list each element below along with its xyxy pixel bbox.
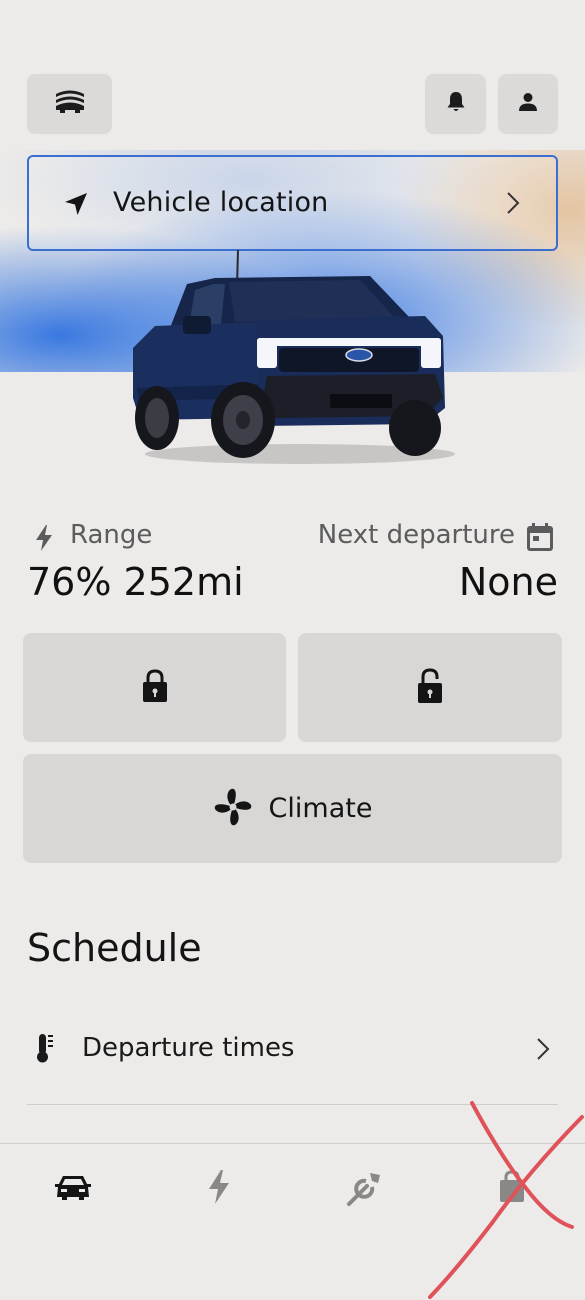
profile-button[interactable]: [498, 74, 558, 134]
fan-icon: [213, 787, 253, 831]
charging-icon: [205, 1169, 233, 1209]
notifications-button[interactable]: [425, 74, 486, 134]
chevron-right-icon: [536, 1037, 550, 1065]
range-value: 76% 252mi: [27, 560, 244, 604]
unlock-button[interactable]: [298, 633, 562, 742]
thermometer-icon: [35, 1032, 55, 1068]
bell-icon: [446, 91, 466, 117]
vehicle-home-screen: Vehicle location Range 76% 252mi Next de…: [0, 0, 585, 1300]
car-icon: [53, 1173, 93, 1205]
departure-times-label: Departure times: [82, 1033, 295, 1063]
wrench-icon: [346, 1167, 386, 1211]
lock-button[interactable]: [23, 633, 286, 742]
nav-charging[interactable]: [189, 1164, 249, 1214]
next-departure-label: Next departure: [317, 520, 515, 550]
shopping-bag-icon: [497, 1170, 527, 1208]
vehicle-location-button[interactable]: Vehicle location: [27, 155, 558, 251]
vehicle-switcher-icon: [53, 88, 87, 120]
vehicle-image: [125, 248, 455, 472]
climate-label: Climate: [268, 793, 373, 824]
climate-button[interactable]: Climate: [23, 754, 562, 863]
vehicle-switcher-button[interactable]: [27, 74, 112, 134]
chevron-right-icon: [506, 191, 520, 219]
unlock-icon: [417, 667, 443, 708]
next-departure-value: None: [458, 560, 558, 604]
bottom-navigation: [0, 1143, 585, 1300]
navigation-arrow-icon: [63, 191, 89, 221]
lightning-icon: [33, 524, 55, 556]
departure-times-row[interactable]: Departure times: [27, 1000, 558, 1105]
range-label: Range: [70, 520, 153, 550]
nav-vehicle[interactable]: [43, 1164, 103, 1214]
person-icon: [518, 92, 538, 116]
vehicle-location-label: Vehicle location: [113, 187, 329, 218]
calendar-icon: [526, 522, 554, 556]
nav-shop[interactable]: [482, 1164, 542, 1214]
lock-icon: [142, 668, 168, 707]
schedule-heading: Schedule: [27, 926, 202, 970]
nav-service[interactable]: [336, 1164, 396, 1214]
